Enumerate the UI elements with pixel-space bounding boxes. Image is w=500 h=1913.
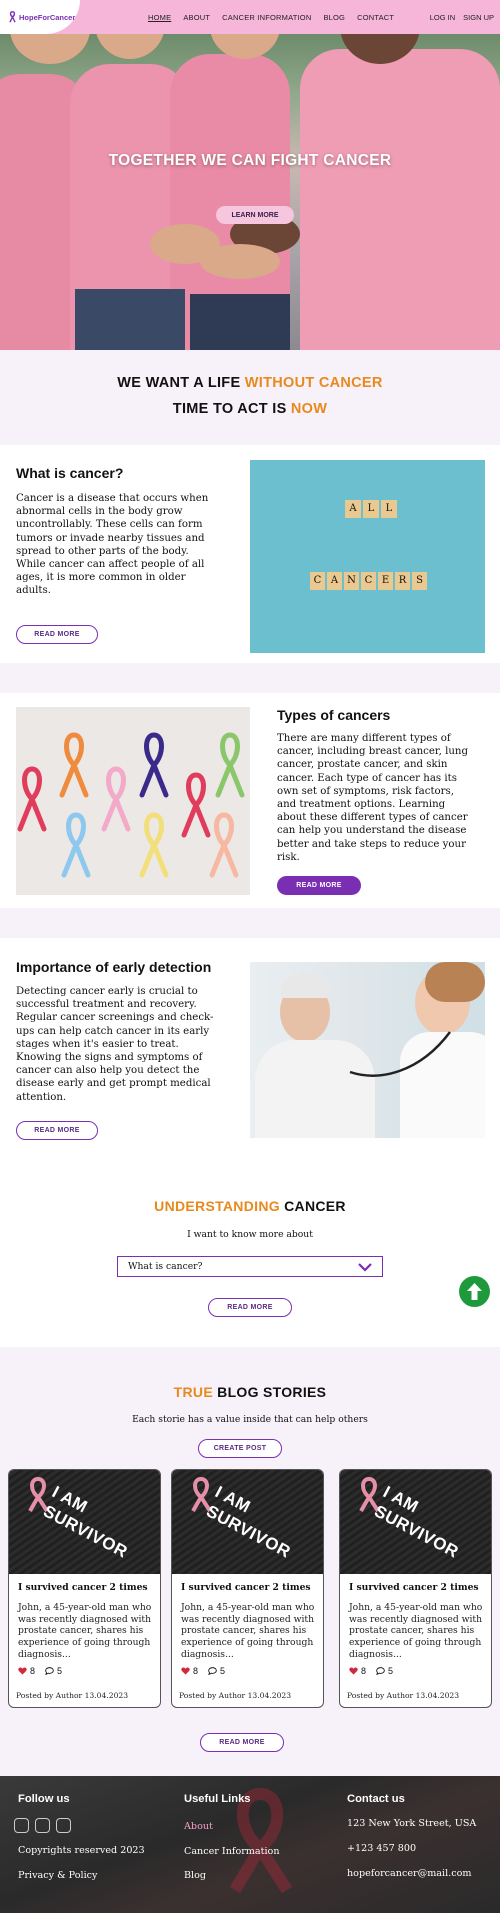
section-text: Detecting cancer early is crucial to suc… <box>16 986 214 1103</box>
logo-text: HopeForCancer <box>19 12 76 22</box>
section-text: There are many different types of cancer… <box>277 733 469 863</box>
contact-us-title: Contact us <box>347 1793 405 1805</box>
nav-about[interactable]: ABOUT <box>183 13 210 22</box>
card-title: I survived cancer 2 times <box>18 1582 148 1593</box>
survivor-image: I AM SURVIVOR <box>9 1470 160 1574</box>
understanding-subtitle: I want to know more about <box>187 1229 313 1240</box>
comment-icon <box>45 1667 54 1675</box>
comment-count[interactable]: 5 <box>376 1666 393 1676</box>
heart-icon <box>18 1667 27 1675</box>
facebook-icon[interactable] <box>35 1818 50 1833</box>
blog-section: TRUE BLOG STORIES Each storie has a valu… <box>0 1347 500 1776</box>
contact-address: 123 New York Street, USA <box>347 1818 477 1829</box>
footer-link-blog[interactable]: Blog <box>184 1870 206 1881</box>
motto-line-2: TIME TO ACT IS NOW <box>172 401 328 417</box>
image-text-line-2: SURVIVOR <box>40 1501 131 1562</box>
understanding-title: UNDERSTANDING CANCER <box>154 1198 346 1214</box>
card-stats: 8 5 <box>181 1666 225 1676</box>
topic-select[interactable]: What is cancer? <box>117 1256 383 1277</box>
ribbon-logo-icon <box>9 11 16 23</box>
survivor-image: I AM SURVIVOR <box>340 1470 491 1574</box>
blog-card[interactable]: I AM SURVIVOR I survived cancer 2 times … <box>339 1469 492 1708</box>
comment-icon <box>376 1667 385 1675</box>
contact-email[interactable]: hopeforcancer@mail.com <box>347 1868 471 1879</box>
site-footer: Follow us Copyrights reserved 2023 Priva… <box>0 1776 500 1913</box>
main-nav: HOME ABOUT CANCER INFORMATION BLOG CONTA… <box>148 0 394 34</box>
chevron-down-icon <box>358 1263 372 1272</box>
nav-blog[interactable]: BLOG <box>323 13 345 22</box>
card-excerpt: John, a 45-year-old man who was recently… <box>181 1602 315 1660</box>
privacy-policy-link[interactable]: Privacy & Policy <box>18 1870 97 1881</box>
read-more-button[interactable]: READ MORE <box>200 1733 284 1752</box>
blog-card[interactable]: I AM SURVIVOR I survived cancer 2 times … <box>8 1469 161 1708</box>
awareness-ribbons-image <box>16 707 250 895</box>
heart-icon <box>349 1667 358 1675</box>
early-detection-section: Importance of early detection Detecting … <box>0 938 500 1178</box>
scroll-to-top-button[interactable] <box>459 1276 490 1307</box>
nav-cancer-information[interactable]: CANCER INFORMATION <box>222 13 311 22</box>
learn-more-button[interactable]: LEARN MORE <box>216 206 294 224</box>
card-stats: 8 5 <box>18 1666 62 1676</box>
card-meta: Posted by Author 13.04.2023 <box>347 1691 460 1700</box>
image-text-line-2: SURVIVOR <box>371 1501 462 1562</box>
read-more-button[interactable]: READ MORE <box>208 1298 292 1317</box>
motto-band: WE WANT A LIFE WITHOUT CANCER TIME TO AC… <box>0 350 500 445</box>
hero-banner: TOGETHER WE CAN FIGHT CANCER LEARN MORE <box>0 34 500 350</box>
logo[interactable]: HopeForCancer <box>0 0 80 34</box>
useful-links-title: Useful Links <box>184 1793 251 1805</box>
create-post-button[interactable]: CREATE POST <box>198 1439 282 1458</box>
card-title: I survived cancer 2 times <box>181 1582 311 1593</box>
what-is-cancer-section: What is cancer? Cancer is a disease that… <box>0 445 500 663</box>
section-divider <box>0 663 500 693</box>
read-more-button[interactable]: READ MORE <box>16 1121 98 1140</box>
section-text: Cancer is a disease that occurs when abn… <box>16 493 209 597</box>
login-link[interactable]: LOG IN <box>430 13 455 22</box>
section-title: Types of cancers <box>277 707 391 723</box>
arrow-up-icon <box>467 1283 482 1300</box>
doctor-patient-image <box>250 962 485 1138</box>
motto-line-1: WE WANT A LIFE WITHOUT CANCER <box>117 375 383 391</box>
facebook-icon[interactable] <box>56 1818 71 1833</box>
auth-links: LOG IN SIGN UP <box>430 0 494 34</box>
card-meta: Posted by Author 13.04.2023 <box>179 1691 292 1700</box>
card-stats: 8 5 <box>349 1666 393 1676</box>
comment-count[interactable]: 5 <box>45 1666 62 1676</box>
footer-link-cancer-information[interactable]: Cancer Information <box>184 1846 280 1857</box>
read-more-button[interactable]: READ MORE <box>16 625 98 644</box>
like-count[interactable]: 8 <box>181 1666 198 1676</box>
image-text-line-2: SURVIVOR <box>203 1501 294 1562</box>
hero-title: TOGETHER WE CAN FIGHT CANCER <box>108 152 392 169</box>
signup-link[interactable]: SIGN UP <box>463 13 494 22</box>
card-meta: Posted by Author 13.04.2023 <box>16 1691 129 1700</box>
types-of-cancers-section: Types of cancers There are many differen… <box>0 693 500 908</box>
blog-card[interactable]: I AM SURVIVOR I survived cancer 2 times … <box>171 1469 324 1708</box>
like-count[interactable]: 8 <box>349 1666 366 1676</box>
card-excerpt: John, a 45-year-old man who was recently… <box>349 1602 483 1660</box>
comment-icon <box>208 1667 217 1675</box>
card-title: I survived cancer 2 times <box>349 1582 479 1593</box>
topic-select-value: What is cancer? <box>128 1261 203 1272</box>
follow-us-title: Follow us <box>18 1793 70 1805</box>
section-title: Importance of early detection <box>16 959 212 975</box>
section-title: What is cancer? <box>16 465 124 481</box>
nav-home[interactable]: HOME <box>148 13 171 22</box>
site-header: HopeForCancer HOME ABOUT CANCER INFORMAT… <box>0 0 500 34</box>
comment-count[interactable]: 5 <box>208 1666 225 1676</box>
heart-icon <box>181 1667 190 1675</box>
blog-subtitle: Each storie has a value inside that can … <box>132 1414 368 1425</box>
section-divider <box>0 908 500 938</box>
nav-contact[interactable]: CONTACT <box>357 13 394 22</box>
scrabble-tiles-image: A L L C A N C E R S <box>250 460 485 653</box>
like-count[interactable]: 8 <box>18 1666 35 1676</box>
copyright-text: Copyrights reserved 2023 <box>18 1845 145 1856</box>
read-more-button[interactable]: READ MORE <box>277 876 361 895</box>
facebook-icon[interactable] <box>14 1818 29 1833</box>
contact-phone: +123 457 800 <box>347 1843 417 1854</box>
survivor-image: I AM SURVIVOR <box>172 1470 323 1574</box>
blog-title: TRUE BLOG STORIES <box>173 1384 327 1400</box>
card-excerpt: John, a 45-year-old man who was recently… <box>18 1602 152 1660</box>
social-links <box>14 1818 71 1833</box>
footer-link-about[interactable]: About <box>184 1821 213 1832</box>
